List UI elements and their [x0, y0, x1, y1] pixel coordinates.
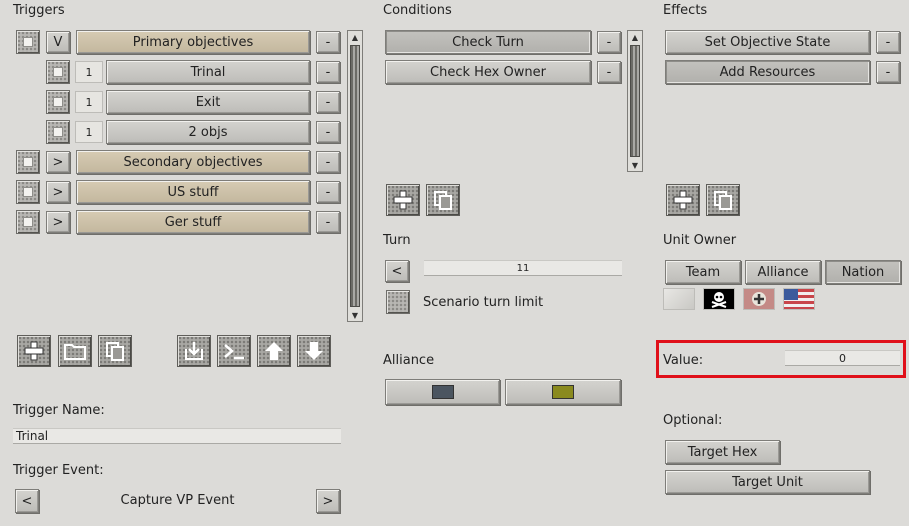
add-trigger-button[interactable]: [17, 335, 51, 367]
trigger-expander[interactable]: V: [46, 31, 70, 53]
trigger-checkbox[interactable]: [16, 180, 40, 204]
trigger-remove-button[interactable]: -: [316, 181, 340, 203]
trigger-name-label: Trigger Name:: [13, 403, 105, 418]
alliance-color-swatch: [431, 385, 454, 399]
scenario-turn-limit-checkbox[interactable]: [386, 290, 410, 314]
trigger-checkbox[interactable]: [46, 90, 70, 114]
trigger-expander[interactable]: >: [46, 211, 70, 233]
scroll-up-arrow-icon[interactable]: ▲: [628, 31, 642, 43]
trigger-trinal[interactable]: Trinal: [106, 60, 310, 84]
trigger-exit[interactable]: Exit: [106, 90, 310, 114]
target-unit-button[interactable]: Target Unit: [665, 470, 870, 494]
add-effect-button[interactable]: [666, 184, 700, 216]
german-flag-icon[interactable]: [743, 288, 775, 310]
scenario-turn-limit-label: Scenario turn limit: [423, 295, 544, 310]
trigger-checkbox[interactable]: [16, 210, 40, 234]
unit-owner-tab-nation[interactable]: Nation: [825, 260, 901, 284]
blank-flag-icon[interactable]: [663, 288, 695, 310]
alliance-option-1[interactable]: [385, 379, 500, 405]
copy-effect-button[interactable]: [706, 184, 740, 216]
arrow-up-icon: [265, 342, 283, 360]
trigger-checkbox[interactable]: [16, 150, 40, 174]
trigger-event-label: Trigger Event:: [13, 463, 104, 478]
trigger-remove-button[interactable]: -: [316, 31, 340, 53]
trigger-2-objs[interactable]: 2 objs: [106, 120, 310, 144]
target-hex-button[interactable]: Target Hex: [665, 440, 780, 464]
move-down-button[interactable]: [297, 335, 331, 367]
effect-set-objective-state[interactable]: Set Objective State: [665, 30, 870, 54]
scroll-down-arrow-icon[interactable]: ▼: [628, 159, 642, 171]
trigger-order-number: 1: [75, 61, 103, 83]
conditions-scrollbar[interactable]: ▲ ▼: [627, 30, 643, 172]
plus-icon: [673, 190, 693, 210]
trigger-event-prev-button[interactable]: <: [15, 489, 39, 513]
unit-owner-tab-team[interactable]: Team: [665, 260, 741, 284]
effects-title: Effects: [663, 3, 708, 18]
trigger-checkbox[interactable]: [16, 30, 40, 54]
import-button[interactable]: [177, 335, 211, 367]
effect-remove-button[interactable]: -: [876, 31, 900, 53]
trigger-order-number: 1: [75, 121, 103, 143]
trigger-primary-objectives[interactable]: Primary objectives: [76, 30, 310, 54]
triggers-scrollbar[interactable]: ▲ ▼: [347, 30, 363, 322]
trigger-remove-button[interactable]: -: [316, 211, 340, 233]
arrow-down-icon: [305, 342, 323, 360]
trigger-remove-button[interactable]: -: [316, 91, 340, 113]
trigger-event-value: Capture VP Event: [120, 493, 235, 508]
turn-label: Turn: [383, 233, 411, 248]
triggers-title: Triggers: [13, 3, 65, 18]
scroll-down-arrow-icon[interactable]: ▼: [348, 309, 362, 321]
turn-value-input[interactable]: 11: [424, 260, 622, 276]
console-icon: [224, 344, 244, 360]
plus-icon: [393, 190, 413, 210]
scroll-thumb[interactable]: [350, 45, 360, 307]
scroll-up-arrow-icon[interactable]: ▲: [348, 31, 362, 43]
trigger-ger-stuff[interactable]: Ger stuff: [76, 210, 310, 234]
unit-owner-label: Unit Owner: [663, 233, 737, 248]
trigger-checkbox[interactable]: [46, 120, 70, 144]
pirate-flag-icon[interactable]: [703, 288, 735, 310]
add-condition-button[interactable]: [386, 184, 420, 216]
condition-check-turn[interactable]: Check Turn: [385, 30, 591, 54]
optional-label: Optional:: [663, 413, 723, 428]
effect-add-resources[interactable]: Add Resources: [665, 60, 870, 84]
trigger-expander[interactable]: >: [46, 181, 70, 203]
value-input[interactable]: 0: [785, 350, 900, 366]
turn-prev-button[interactable]: <: [385, 260, 409, 282]
trigger-remove-button[interactable]: -: [316, 121, 340, 143]
import-icon: [185, 342, 203, 360]
plus-icon: [24, 341, 44, 361]
us-flag-icon[interactable]: [783, 288, 815, 310]
condition-remove-button[interactable]: -: [597, 31, 621, 53]
trigger-checkbox[interactable]: [46, 60, 70, 84]
condition-remove-button[interactable]: -: [597, 61, 621, 83]
alliance-label: Alliance: [383, 353, 435, 368]
trigger-expander[interactable]: >: [46, 151, 70, 173]
alliance-option-2[interactable]: [505, 379, 621, 405]
trigger-remove-button[interactable]: -: [316, 151, 340, 173]
conditions-title: Conditions: [383, 3, 452, 18]
move-up-button[interactable]: [257, 335, 291, 367]
scroll-thumb[interactable]: [630, 45, 640, 157]
effect-remove-button[interactable]: -: [876, 61, 900, 83]
folder-icon: [64, 344, 86, 360]
trigger-us-stuff[interactable]: US stuff: [76, 180, 310, 204]
trigger-order-number: 1: [75, 91, 103, 113]
trigger-event-next-button[interactable]: >: [316, 489, 340, 513]
condition-check-hex-owner[interactable]: Check Hex Owner: [385, 60, 591, 84]
unit-owner-tab-alliance[interactable]: Alliance: [745, 260, 821, 284]
copy-icon: [714, 191, 732, 210]
trigger-remove-button[interactable]: -: [316, 61, 340, 83]
trigger-name-input[interactable]: Trinal: [13, 428, 341, 444]
copy-trigger-button[interactable]: [98, 335, 132, 367]
alliance-color-swatch: [552, 385, 574, 399]
copy-icon: [434, 191, 452, 210]
trigger-secondary-objectives[interactable]: Secondary objectives: [76, 150, 310, 174]
folder-button[interactable]: [58, 335, 92, 367]
console-button[interactable]: [217, 335, 251, 367]
copy-icon: [106, 342, 124, 361]
copy-condition-button[interactable]: [426, 184, 460, 216]
value-label: Value:: [663, 353, 704, 368]
